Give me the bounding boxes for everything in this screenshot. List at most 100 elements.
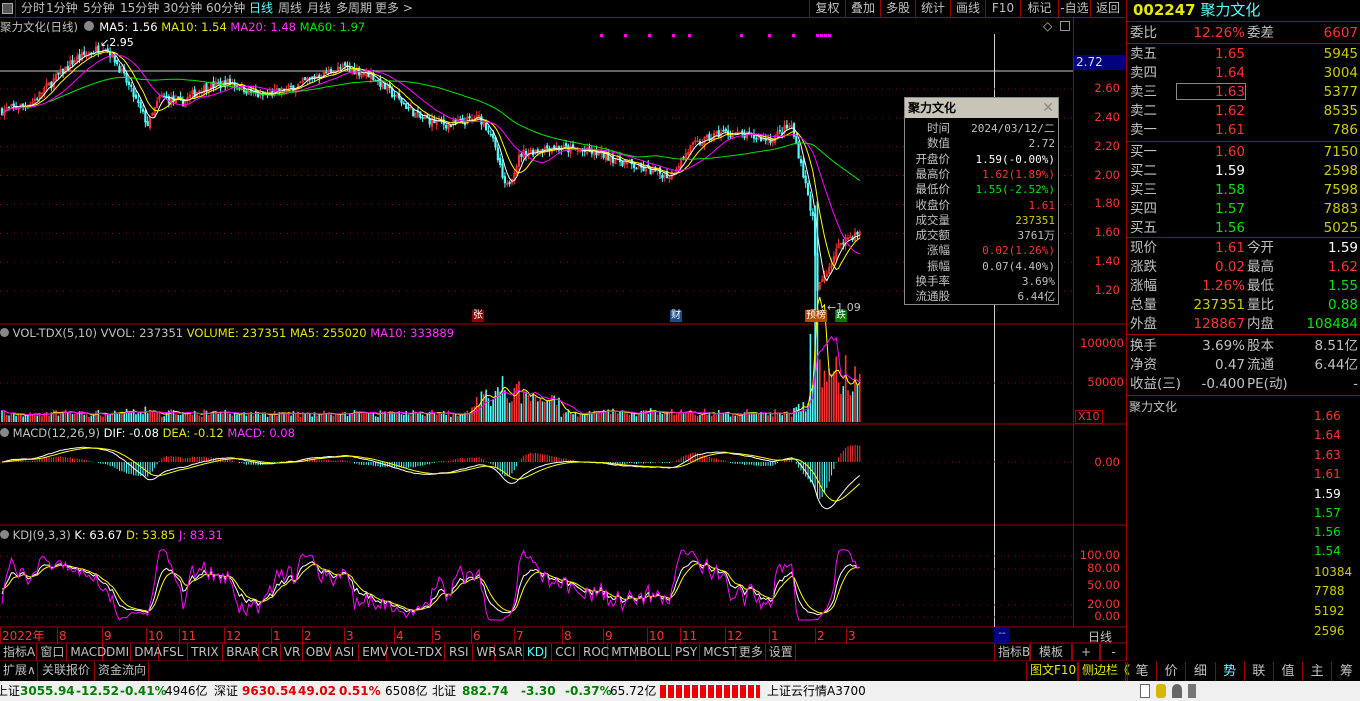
panel-tab[interactable]: 笔	[1127, 662, 1156, 681]
right-tab[interactable]: 指标B	[994, 644, 1030, 661]
popup-row: 开盘价 1.59(-0.00%)	[905, 152, 1058, 167]
volume-bar	[17, 414, 20, 422]
quote-row: 卖五 1.65 5945	[1129, 45, 1360, 64]
price-tick: 1.20	[1094, 283, 1120, 297]
side-link[interactable]: 侧边栏《	[1078, 662, 1130, 681]
indicator-tab[interactable]: SAR	[495, 644, 524, 661]
k-value: K: 63.67	[74, 528, 123, 542]
volume-bar	[299, 416, 302, 422]
bid-price: 1.59	[1214, 163, 1245, 179]
indicator-tab[interactable]: TRIX	[188, 644, 224, 661]
volume-bar	[694, 414, 697, 422]
volume-bar	[696, 416, 699, 422]
alert-icon[interactable]	[1156, 684, 1166, 698]
indicator-tab[interactable]: DMA	[131, 644, 162, 661]
panel-tab[interactable]: 主	[1302, 662, 1331, 681]
signal-marker	[820, 34, 823, 37]
close-icon[interactable]: ✕	[1042, 98, 1054, 118]
volume-bar	[323, 410, 325, 422]
indicator-toggle-icon[interactable]	[0, 328, 9, 337]
signal-icon[interactable]	[1188, 684, 1196, 698]
connection-icon[interactable]	[1172, 684, 1182, 698]
panel-tab[interactable]: 势	[1214, 662, 1244, 681]
extension-tab[interactable]: 关联报价	[38, 662, 95, 681]
fund-value: -	[1353, 376, 1358, 392]
volume-bar	[88, 416, 90, 422]
candle-body	[7, 106, 11, 109]
volume-bar	[205, 410, 208, 422]
event-marker[interactable]: 财	[670, 310, 682, 322]
indicator-tab[interactable]: VOL-TDX	[387, 644, 446, 661]
x-axis-label: 10	[146, 628, 164, 644]
volume-bar	[701, 413, 704, 422]
side-link[interactable]: 图文F10	[1026, 662, 1078, 681]
indicator-tab[interactable]: MACD	[67, 644, 106, 661]
indicator-tab[interactable]: BRAR	[223, 644, 259, 661]
indicator-tab[interactable]: WR	[473, 644, 497, 661]
volume-bar	[236, 414, 238, 422]
panel-tab[interactable]: 值	[1273, 662, 1302, 681]
panel-tab[interactable]: 筹	[1331, 662, 1360, 681]
indicator-tab[interactable]: FSL	[159, 644, 188, 661]
d-value: D: 53.85	[126, 528, 176, 542]
volume-bar	[262, 412, 264, 422]
extension-tab[interactable]: 扩展∧	[0, 662, 38, 681]
panel-tab[interactable]: 联	[1243, 662, 1273, 681]
indicator-tab[interactable]: CR	[259, 644, 281, 661]
popup-row: 振幅 0.07(4.40%)	[905, 259, 1058, 274]
volume-bar	[332, 415, 335, 422]
indicator-toggle-icon[interactable]	[0, 530, 9, 539]
candle-body	[393, 94, 396, 97]
volume-bar	[499, 391, 501, 422]
indicator-tab[interactable]: KDJ	[524, 644, 552, 661]
indicator-tab[interactable]: VR	[281, 644, 303, 661]
price-tick: 1.60	[1094, 225, 1120, 240]
indicator-tab[interactable]: 窗口	[37, 644, 68, 661]
panel-tab[interactable]: 价	[1156, 662, 1185, 681]
event-marker[interactable]: 跌	[835, 310, 847, 322]
indicator-tab[interactable]: CCI	[552, 644, 580, 661]
indicator-tab[interactable]: ROC	[580, 644, 609, 661]
volume-bar	[560, 416, 563, 422]
popup-row: 数值 2.72	[905, 136, 1058, 151]
fund-value: 8.51亿	[1314, 338, 1358, 354]
right-tab[interactable]: +	[1072, 644, 1100, 661]
volume-bar	[222, 413, 224, 422]
indicator-tab[interactable]: 指标A	[0, 644, 38, 661]
indicator-tab[interactable]: 设置	[766, 644, 796, 661]
popup-key: 收盘价	[915, 197, 951, 212]
candle-body	[501, 163, 504, 178]
volume-bar	[680, 409, 682, 422]
volume-bar	[76, 413, 78, 422]
volume-bar	[290, 415, 292, 422]
indicator-tab[interactable]: MTM	[608, 644, 639, 661]
indicator-tab[interactable]: BOLL	[636, 644, 672, 661]
indicator-tab[interactable]: RSI	[445, 644, 474, 661]
indicator-tab[interactable]: EMV	[359, 644, 388, 661]
indicator-tab[interactable]: MCST	[700, 644, 737, 661]
volume-bar	[271, 414, 274, 422]
indicator-tab[interactable]: ASI	[331, 644, 360, 661]
server-status[interactable]: 上证云行情A3700	[767, 681, 866, 701]
volume-bar	[168, 410, 170, 422]
volume-bar	[767, 415, 769, 422]
x-axis-label: 9	[603, 628, 613, 644]
right-tab[interactable]: -	[1100, 644, 1127, 661]
event-marker[interactable]: 张	[472, 310, 484, 322]
notes-icon[interactable]	[1140, 684, 1150, 698]
x-cursor-label: --	[994, 628, 1010, 643]
volume-bar	[800, 411, 802, 422]
indicator-tab[interactable]: PSY	[672, 644, 701, 661]
event-marker[interactable]: 预榜	[805, 310, 827, 322]
indicator-tab[interactable]: 更多	[736, 644, 766, 661]
indicator-toggle-icon[interactable]	[0, 428, 9, 437]
panel-tab[interactable]: 细	[1185, 662, 1214, 681]
volume-bar	[663, 412, 666, 422]
indicator-tab[interactable]: OBV	[303, 644, 331, 661]
right-tab[interactable]: 模板	[1030, 644, 1072, 661]
volume-bar	[116, 413, 118, 422]
indicator-tab[interactable]: DMI	[103, 644, 132, 661]
popup-value: 1.61	[1028, 198, 1056, 212]
candle-body	[480, 116, 483, 125]
extension-tab[interactable]: 资金流向	[95, 662, 149, 681]
